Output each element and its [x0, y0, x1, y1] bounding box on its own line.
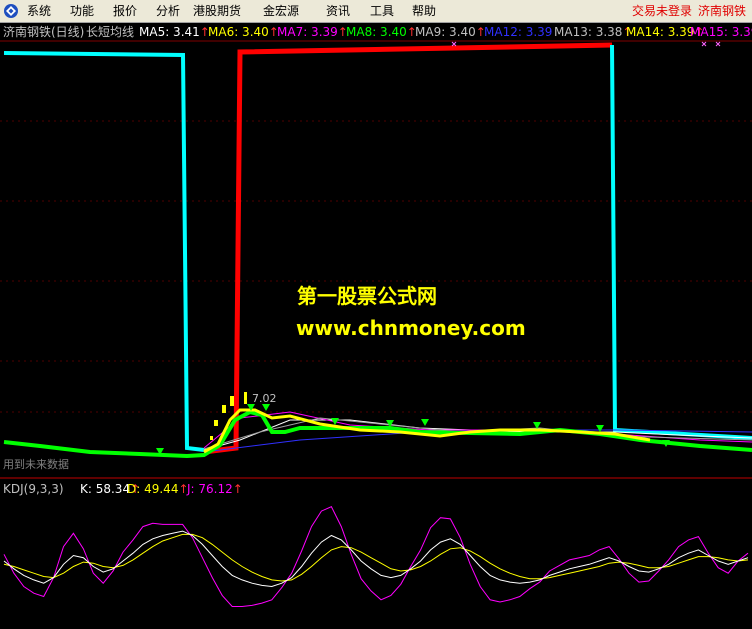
high-price-label: 7.02	[252, 392, 277, 405]
buy-arrow-icon	[421, 419, 429, 426]
candle-dot	[244, 392, 247, 404]
cyan-step-line-right	[610, 44, 752, 440]
cyan-step-line-left	[3, 51, 205, 452]
candle-dot	[210, 436, 213, 440]
buy-arrow-icon	[596, 425, 604, 432]
buy-arrow-icon	[262, 404, 270, 411]
future-data-note: 用到未来数据	[3, 458, 69, 471]
red-step-line	[203, 42, 613, 455]
candle-dot	[214, 420, 218, 426]
kline-chart[interactable]	[0, 0, 752, 629]
kdj-name: KDJ(9,3,3)	[3, 482, 64, 496]
kdj-j-value: J: 76.12↑	[187, 482, 243, 496]
watermark-url: www.chnmoney.com	[296, 316, 526, 340]
watermark-title: 第一股票公式网	[297, 284, 437, 308]
kdj-j-line	[3, 506, 749, 607]
candle-dot	[222, 405, 226, 413]
ma-line-green	[3, 409, 752, 459]
kdj-k-line	[3, 530, 749, 588]
buy-arrow-icon	[386, 420, 394, 427]
kdj-d-line	[3, 533, 749, 582]
kdj-d-value: D: 49.44↑	[127, 482, 189, 496]
candle-dot	[230, 396, 234, 406]
